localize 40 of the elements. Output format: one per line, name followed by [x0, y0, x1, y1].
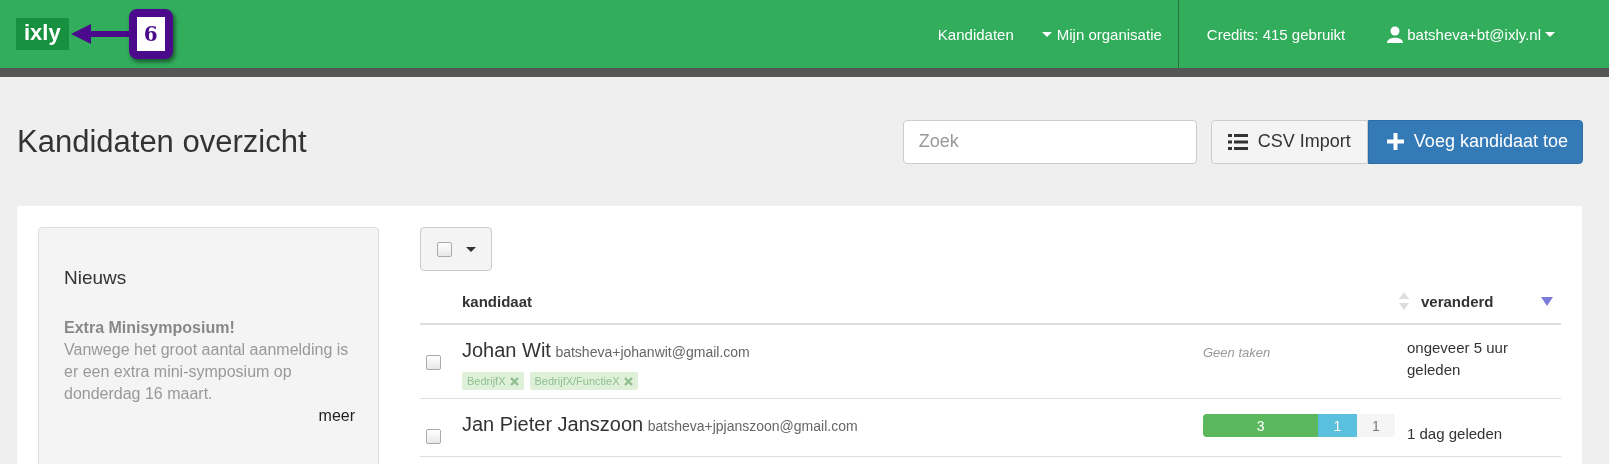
plus-icon: [1386, 133, 1404, 150]
column-header[interactable]: veranderd: [1421, 292, 1541, 310]
changed-text: ongeveer 5 uur geleden: [1407, 338, 1509, 380]
import-button[interactable]: CSV Import: [1210, 119, 1368, 164]
select-dropdown[interactable]: [420, 227, 492, 271]
sort-descending-icon[interactable]: [1541, 296, 1553, 306]
progress-segment: 1: [1356, 414, 1395, 437]
row-checkbox[interactable]: [426, 429, 441, 444]
list-icon: [1227, 133, 1248, 150]
logo[interactable]: ixly: [16, 18, 69, 50]
progress-segment: 3: [1203, 414, 1319, 437]
caret-icon: [1545, 31, 1555, 37]
more-link[interactable]: meer: [318, 407, 355, 425]
nav-link[interactable]: Kandidaten: [923, 25, 1028, 43]
callout-badge: 6: [128, 9, 173, 59]
caret-icon: [465, 246, 476, 252]
credits-text: Credits: 415 gebruikt: [1205, 25, 1347, 43]
callout-arrow: [70, 22, 129, 46]
caret-icon: [1041, 31, 1052, 37]
news-title: Nieuws: [64, 267, 128, 289]
remove-icon[interactable]: [623, 376, 633, 386]
candidate-name[interactable]: Jan Pieter Janszoon: [462, 413, 644, 435]
remove-icon[interactable]: [509, 376, 519, 386]
progress-segment: 1: [1318, 414, 1357, 437]
candidate-name[interactable]: Johan Wit: [462, 339, 551, 361]
search-field[interactable]: Zoek: [902, 119, 1197, 164]
user-menu[interactable]: batsheva+bt@ixly.nl: [1373, 25, 1569, 43]
sort-icon[interactable]: [1399, 292, 1409, 310]
add-button[interactable]: Voeg kandidaat toe: [1367, 119, 1583, 164]
changed-text: 1 dag geleden: [1407, 424, 1504, 444]
candidate-email: batsheva+johanwit@gmail.com: [555, 344, 750, 360]
candidate-email: batsheva+jpjanszoon@gmail.com: [647, 418, 858, 434]
nav-link[interactable]: Mijn organisatie: [1027, 25, 1176, 43]
page-title: Kandidaten overzicht: [17, 123, 307, 160]
news-text: Extra Minisymposium! Vanwege het groot aantal aanmelding is er een extra mini-symposium op donderdag 16 maart.: [64, 318, 350, 404]
row-checkbox[interactable]: [426, 355, 441, 370]
tasks-text: Geen taken: [1203, 345, 1272, 360]
column-header[interactable]: kandidaat: [462, 292, 1399, 310]
user-icon: [1387, 25, 1404, 43]
checkbox[interactable]: [436, 241, 452, 257]
